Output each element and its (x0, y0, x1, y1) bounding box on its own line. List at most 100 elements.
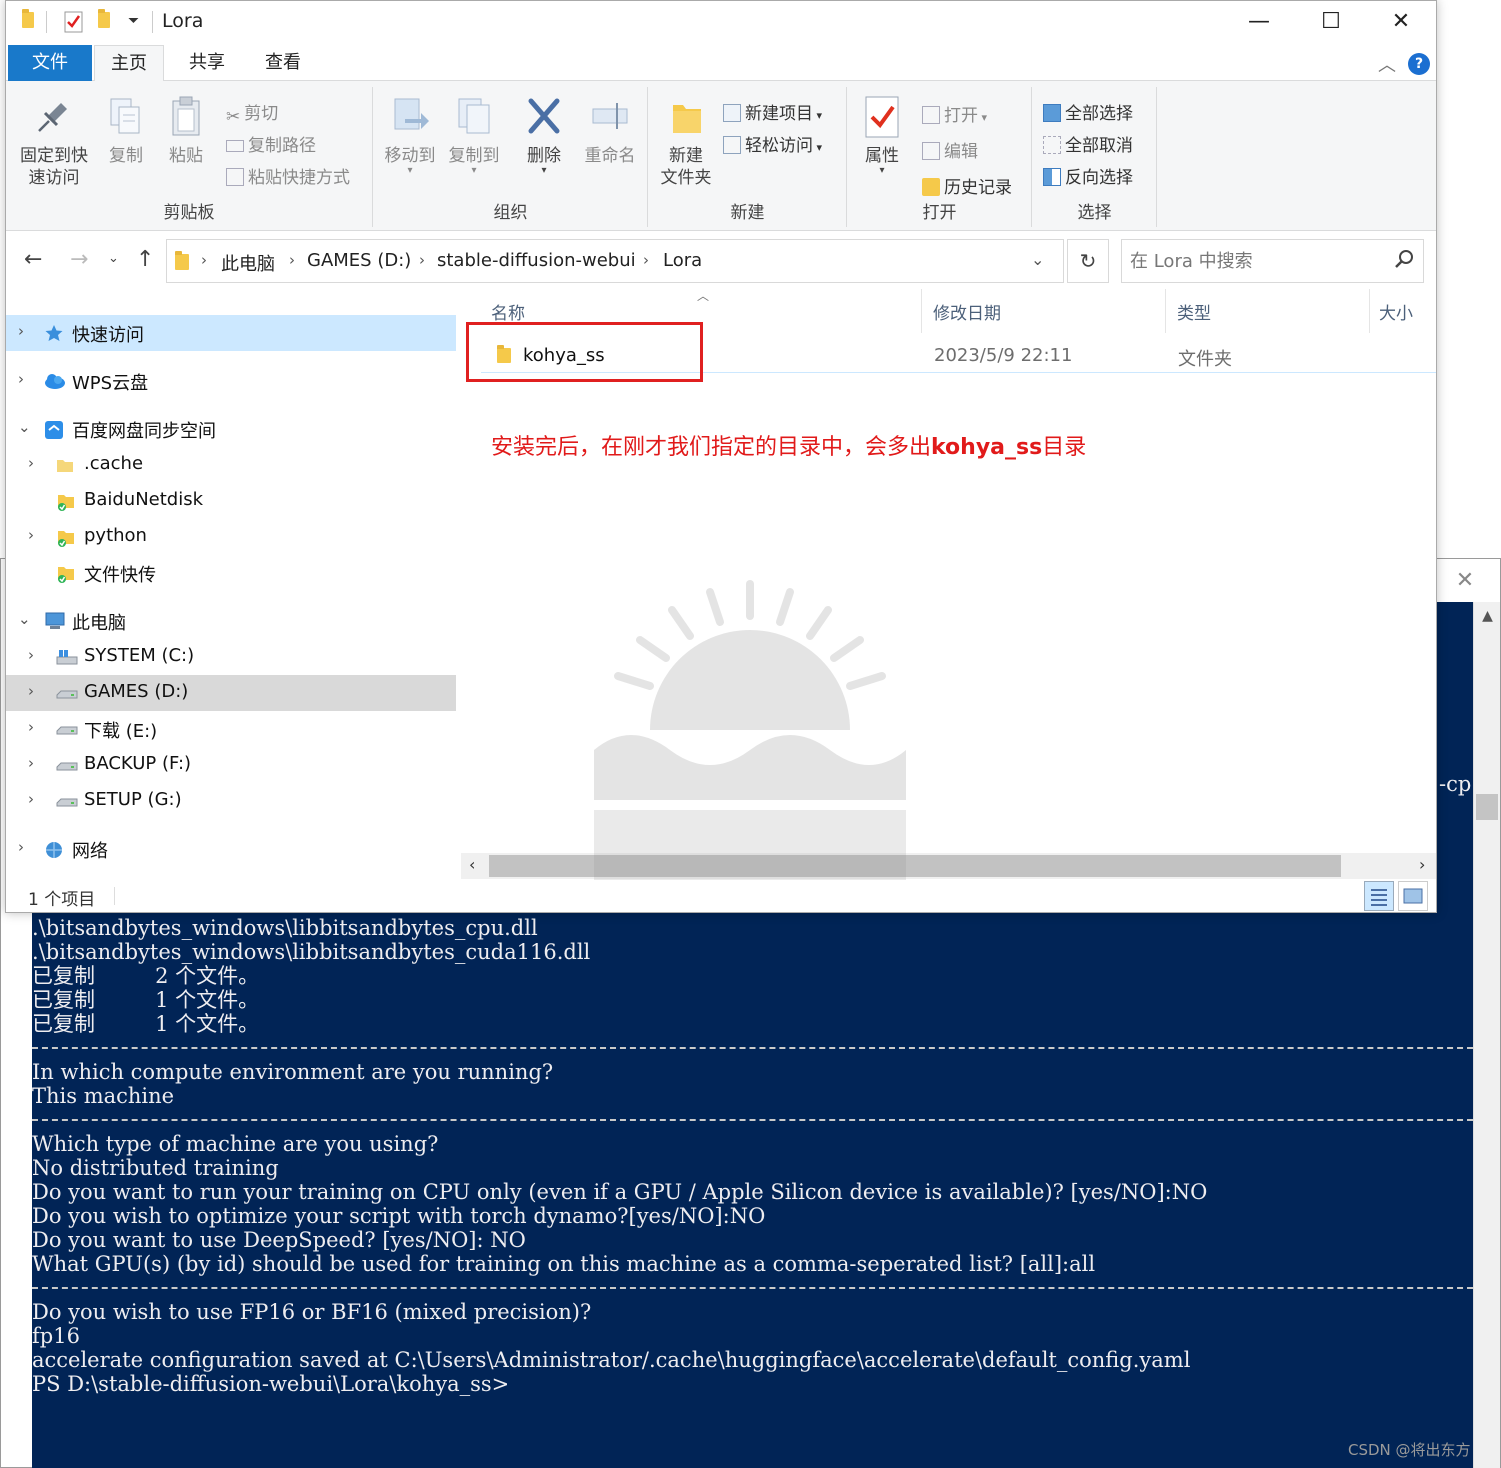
address-dropdown-icon[interactable]: ⌄ (1031, 250, 1044, 269)
move-to-button[interactable]: 移动到 ▾ (378, 91, 442, 176)
rename-button[interactable]: 重命名 (576, 91, 644, 167)
select-all-button[interactable]: 全部选择 (1043, 99, 1133, 124)
details-view-icon[interactable] (1364, 881, 1394, 911)
history-button[interactable]: 历史记录 (922, 173, 1012, 198)
tab-share[interactable]: 共享 (172, 45, 242, 81)
sidebar-item[interactable]: BaiduNetdisk (6, 483, 456, 519)
scroll-right-icon[interactable]: › (1419, 855, 1425, 874)
chevron-right-icon[interactable]: › (28, 646, 34, 664)
cut-button[interactable]: ✂ 剪切 (226, 99, 279, 127)
search-icon[interactable] (1394, 249, 1414, 269)
sidebar-item[interactable]: › SYSTEM (C:) (6, 639, 456, 675)
chevron-right-icon[interactable]: › (28, 718, 34, 736)
chevron-right-icon[interactable]: › (18, 322, 24, 340)
chevron-down-icon[interactable]: ⌄ (18, 418, 31, 436)
up-arrow-icon[interactable]: ↑ (136, 247, 154, 272)
new-item-button[interactable]: 新建项目 ▾ (723, 99, 822, 124)
sidebar-item[interactable]: ⌄ 百度网盘同步空间 (6, 411, 456, 447)
breadcrumb-item[interactable]: GAMES (D:) (307, 250, 411, 271)
sidebar-item[interactable]: 文件快传 (6, 555, 456, 591)
delete-button[interactable]: 删除 ▾ (516, 91, 572, 176)
console-line: accelerate configuration saved at C:\Use… (32, 1348, 1191, 1372)
chevron-right-icon[interactable]: › (18, 838, 24, 856)
tab-file[interactable]: 文件 (8, 45, 92, 81)
console-scrollbar[interactable]: ▲ (1473, 602, 1500, 1468)
back-arrow-icon[interactable]: ← (24, 247, 42, 272)
window-title: Lora (162, 10, 204, 32)
paste-shortcut-button[interactable]: 粘贴快捷方式 (226, 163, 350, 188)
sidebar-item[interactable]: › .cache (6, 447, 456, 483)
address-bar[interactable]: › 此电脑 › GAMES (D:) › stable-diffusion-we… (166, 239, 1064, 283)
cut-label: 剪切 (244, 104, 279, 124)
breadcrumb-item[interactable]: 此电脑 (221, 250, 275, 276)
chevron-right-icon[interactable]: › (28, 454, 34, 472)
breadcrumb-separator[interactable]: › (419, 251, 425, 269)
minimize-icon[interactable]: — (1224, 1, 1294, 43)
recent-locations-icon[interactable]: ⌄ (108, 251, 119, 266)
sidebar-item[interactable]: › 下载 (E:) (6, 711, 456, 747)
column-divider[interactable] (921, 289, 922, 333)
sidebar-item[interactable]: › 网络 (6, 831, 456, 867)
search-input[interactable] (1130, 248, 1385, 274)
console-line: Which type of machine are you using? (32, 1132, 439, 1156)
forward-arrow-icon[interactable]: → (70, 247, 88, 272)
help-icon[interactable]: ? (1408, 53, 1430, 75)
edit-button[interactable]: 编辑 (922, 137, 978, 162)
credit-text: CSDN @将出东方 (1348, 1441, 1471, 1459)
tab-view[interactable]: 查看 (248, 45, 318, 81)
column-divider[interactable] (1165, 289, 1166, 333)
sidebar-item[interactable]: › python (6, 519, 456, 555)
maximize-icon[interactable]: ☐ (1296, 1, 1366, 43)
search-box[interactable] (1121, 239, 1424, 283)
drive-icon (56, 792, 78, 810)
easy-access-button[interactable]: 轻松访问 ▾ (723, 131, 822, 156)
chevron-right-icon[interactable]: › (18, 370, 24, 388)
properties-button[interactable]: 属性 ▾ (854, 91, 910, 176)
properties-qa-icon[interactable] (64, 11, 84, 37)
open-button[interactable]: 打开 ▾ (922, 101, 987, 126)
column-divider[interactable] (1369, 289, 1370, 333)
breadcrumb-separator[interactable]: › (643, 251, 649, 269)
chevron-right-icon[interactable]: › (28, 682, 34, 700)
chevron-down-icon[interactable]: ⌄ (18, 610, 31, 628)
paste-button[interactable]: 粘贴 (160, 91, 212, 167)
scroll-thumb[interactable] (1476, 794, 1498, 820)
sidebar-item[interactable]: › SETUP (G:) (6, 783, 456, 819)
sidebar-item[interactable]: › GAMES (D:) (6, 675, 456, 711)
new-folder-button[interactable]: 新建 文件夹 (651, 91, 721, 189)
large-icons-view-icon[interactable] (1398, 881, 1428, 911)
new-folder-qa-icon[interactable] (98, 9, 110, 32)
dropdown-caret-icon: ▾ (813, 109, 823, 122)
chevron-right-icon[interactable]: › (28, 526, 34, 544)
title-bar[interactable]: ⏷ Lora — ☐ ✕ (6, 1, 1436, 43)
customize-qa-icon[interactable]: ⏷ (128, 13, 139, 29)
column-header-type[interactable]: 类型 (1177, 299, 1211, 324)
tab-home[interactable]: 主页 (94, 45, 164, 81)
close-icon[interactable]: ✕ (1366, 1, 1436, 43)
column-header-size[interactable]: 大小 (1379, 299, 1413, 324)
chevron-right-icon[interactable]: › (28, 790, 34, 808)
column-header-date[interactable]: 修改日期 (933, 299, 1001, 324)
chevron-right-icon[interactable]: › (28, 754, 34, 772)
collapse-ribbon-icon[interactable]: ︿ (1378, 51, 1396, 77)
copy-button[interactable]: 复制 (100, 91, 152, 167)
select-none-button[interactable]: 全部取消 (1043, 131, 1133, 156)
pin-quick-access-button[interactable]: 固定到快 速访问 (14, 91, 94, 189)
console-close-icon[interactable]: ✕ (1448, 568, 1482, 594)
refresh-icon[interactable]: ↻ (1067, 239, 1109, 283)
copy-path-button[interactable]: 复制路径 (226, 131, 316, 156)
scroll-up-icon[interactable]: ▲ (1474, 608, 1501, 624)
sidebar-item[interactable]: ⌄ 此电脑 (6, 603, 456, 639)
invert-selection-button[interactable]: 反向选择 (1043, 163, 1133, 188)
breadcrumb-item[interactable]: Lora (663, 250, 702, 271)
sidebar-item[interactable]: › BACKUP (F:) (6, 747, 456, 783)
scroll-thumb[interactable] (489, 855, 1341, 877)
horizontal-scrollbar[interactable]: ‹ › (461, 853, 1436, 879)
scroll-left-icon[interactable]: ‹ (469, 855, 475, 874)
sidebar-item[interactable]: › WPS云盘 (6, 363, 456, 399)
column-header-name[interactable]: 名称 (491, 299, 525, 324)
breadcrumb-separator[interactable]: › (289, 251, 295, 269)
breadcrumb-item[interactable]: stable-diffusion-webui (437, 250, 636, 271)
sidebar-item[interactable]: › 快速访问 (6, 315, 456, 351)
copy-to-button[interactable]: 复制到 ▾ (442, 91, 506, 176)
